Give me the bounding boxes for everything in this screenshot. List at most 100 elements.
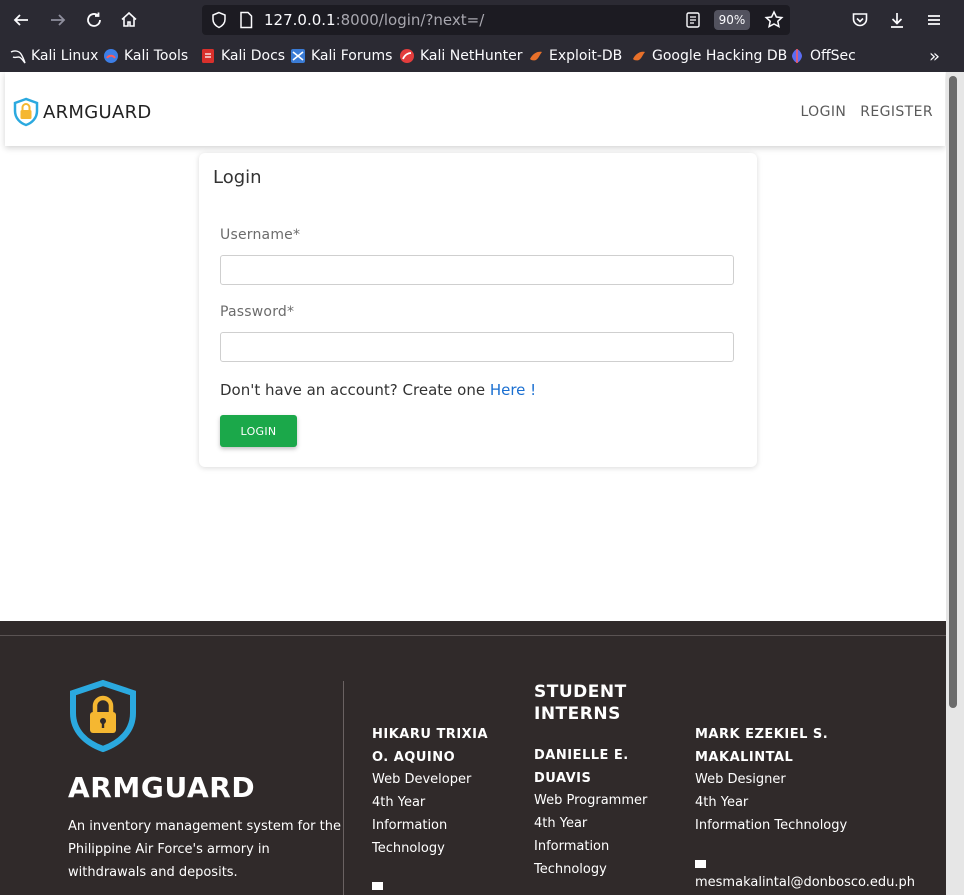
home-icon [121,11,137,27]
bookmark-kali-nethunter[interactable]: Kali NetHunter [399,47,522,65]
username-label: Username* [220,227,301,243]
home-button[interactable] [115,6,143,34]
bookmark-label: OffSec [810,48,856,64]
pocket-button[interactable] [846,6,874,34]
intern-email[interactable]: mesmakalintal@donbosco.edu.ph [695,872,915,895]
kali-nethunter-icon [400,49,414,63]
url-host: 127.0.0.1 [264,11,336,29]
intern-name: DANIELLE E. [534,748,629,763]
bookmarks-overflow-button[interactable]: » [929,46,940,67]
hamburger-icon [928,15,940,25]
signup-link[interactable]: Here ! [490,381,536,399]
intern-role: Web Programmer [534,793,648,809]
login-title: Login [213,167,262,188]
envelope-icon [695,859,706,868]
footer-description: An inventory management system for the P… [68,819,341,880]
nav-register-link[interactable]: REGISTER [860,104,933,120]
url-text[interactable]: 127.0.0.1:8000/login/?next=/ [264,11,484,29]
shield-icon[interactable] [210,11,228,29]
bookmark-exploit-db[interactable]: Exploit-DB [528,47,622,65]
nav-links: LOGIN REGISTER [800,104,933,120]
bookmark-kali-forums[interactable]: Kali Forums [290,47,392,65]
reload-button[interactable] [80,6,108,34]
intern-name: MAKALINTAL [695,749,794,765]
intern-course: Information [534,838,610,854]
page-icon[interactable] [238,11,254,29]
username-input[interactable] [220,255,734,285]
site-brand[interactable]: ARMGUARD [12,97,152,127]
reload-icon [87,12,101,27]
bookmark-google-hacking-db[interactable]: Google Hacking DB [631,47,787,65]
interns-heading-line2: INTERNS [534,704,621,724]
arrow-right-icon [51,14,66,26]
intern-card-duavis: DANIELLE E. DUAVIS Web Programmer 4th Ye… [534,745,647,881]
bookmark-star-icon[interactable] [764,10,784,30]
intern-year: 4th Year [695,795,749,811]
intern-card-makalintal: MARK EZEKIEL S. MAKALINTAL Web Designer … [695,724,915,895]
arrow-left-icon [13,14,28,26]
browser-toolbar: 127.0.0.1:8000/login/?next=/ 90% [0,0,964,40]
bookmark-label: Kali NetHunter [420,48,523,64]
pocket-icon [852,13,868,27]
login-button[interactable]: LOGIN [220,415,297,447]
intern-role: Web Designer [695,772,786,788]
kali-tools-icon [104,49,118,63]
brand-name: ARMGUARD [43,101,152,123]
shield-lock-icon [13,97,39,127]
intern-course: Information [372,817,448,833]
bookmark-label: Kali Docs [221,48,286,64]
intern-card-aquino: HIKARU TRIXIA O. AQUINO Web Developer 4t… [372,724,488,895]
bookmark-label: Kali Tools [124,48,189,64]
exploit-db-icon [530,51,542,61]
password-label: Password* [220,304,295,320]
intern-name: MARK EZEKIEL S. [695,727,829,742]
browser-chrome: 127.0.0.1:8000/login/?next=/ 90% Kali Li… [0,0,964,72]
scrollbar-thumb[interactable] [949,76,957,708]
intern-name: DUAVIS [534,770,592,786]
intern-course: Technology [534,861,607,877]
envelope-icon [372,882,383,891]
offsec-icon [792,49,802,63]
reader-view-icon[interactable] [684,11,702,29]
bookmark-label: Google Hacking DB [652,48,788,64]
shield-lock-icon [70,679,136,753]
bookmark-offsec[interactable]: OffSec [789,47,856,65]
login-card: Login Username* Password* Don't have an … [199,153,757,467]
intern-year: 4th Year [372,795,426,811]
intern-course: Information Technology [695,817,848,833]
menu-button[interactable] [920,6,948,34]
forward-button[interactable] [44,6,72,34]
bookmark-kali-tools[interactable]: Kali Tools [103,47,188,65]
kali-dragon-icon [10,50,26,64]
footer-vertical-divider [343,681,344,895]
interns-heading-line1: STUDENT [534,682,627,702]
back-button[interactable] [7,6,35,34]
nav-login-link[interactable]: LOGIN [800,104,846,120]
password-input[interactable] [220,332,734,362]
download-icon [891,13,903,28]
signup-text: Don't have an account? Create one [220,381,490,399]
kali-forums-icon [291,49,305,63]
intern-year: 4th Year [534,816,588,832]
page-scrollbar[interactable] [946,72,964,895]
intern-name: HIKARU TRIXIA [372,727,489,742]
signup-prompt: Don't have an account? Create one Here ! [220,381,536,399]
site-footer: ARMGUARD An inventory management system … [0,621,946,895]
bookmark-kali-docs[interactable]: Kali Docs [200,47,285,65]
web-page: ARMGUARD LOGIN REGISTER Login Username* … [0,72,946,895]
downloads-button[interactable] [883,6,911,34]
bookmark-kali-linux[interactable]: Kali Linux [10,47,98,65]
bookmark-label: Kali Forums [311,48,393,64]
intern-role: Web Developer [372,772,472,788]
interns-heading: STUDENT INTERNS [534,681,627,725]
url-path: :8000/login/?next=/ [335,11,485,29]
bookmark-label: Kali Linux [31,48,99,64]
zoom-level[interactable]: 90% [714,10,750,30]
footer-brand: ARMGUARD [68,771,256,804]
intern-name: O. AQUINO [372,749,456,765]
site-navbar: ARMGUARD LOGIN REGISTER [5,72,945,146]
footer-divider [0,635,946,636]
bookmark-label: Exploit-DB [549,48,623,64]
kali-docs-icon [202,49,214,63]
address-bar[interactable]: 127.0.0.1:8000/login/?next=/ 90% [202,5,790,35]
